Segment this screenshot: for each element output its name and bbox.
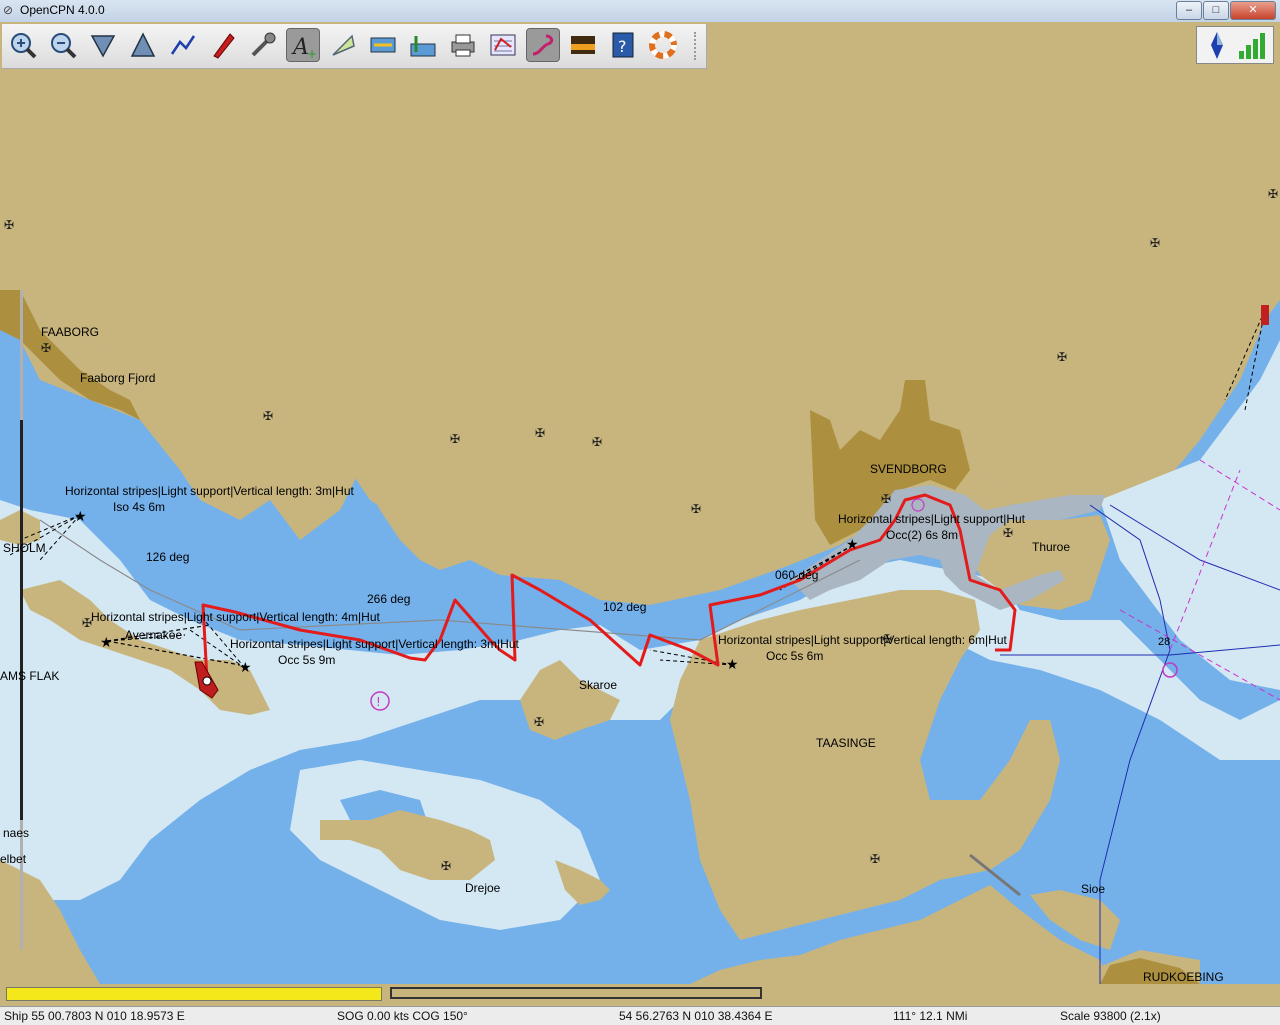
svg-text:✠: ✠ — [263, 409, 273, 423]
svg-text:✠: ✠ — [870, 852, 880, 866]
status-scale: Scale 93800 (2.1x) — [1060, 1009, 1161, 1023]
light-2-description: Horizontal stripes|Light support|Vertica… — [91, 610, 380, 624]
light-1-characteristic: Iso 4s 6m — [113, 500, 166, 514]
light-5-characteristic: Occ 5s 6m — [766, 649, 824, 663]
tides-button[interactable] — [406, 28, 440, 62]
text-toggle-button[interactable]: A + — [286, 28, 320, 62]
title-bar: ⊘ OpenCPN 4.0.0 – □ ✕ — [0, 0, 1280, 23]
svg-text:★: ★ — [74, 509, 87, 525]
svg-text:+: + — [307, 47, 317, 60]
main-toolbar: A + ? — [2, 24, 707, 69]
color-scheme-button[interactable] — [566, 28, 600, 62]
label-sholm: SHOLM — [3, 541, 46, 555]
svg-text:★: ★ — [846, 537, 859, 553]
bearing-060: 060 deg — [775, 568, 819, 582]
scale-in-button[interactable] — [86, 28, 120, 62]
svg-text:✠: ✠ — [450, 432, 460, 446]
label-taasinge: TAASINGE — [816, 736, 876, 750]
bearing-126: 126 deg — [146, 550, 190, 564]
svg-text:✠: ✠ — [1150, 236, 1160, 250]
opencpn-app-icon: ⊘ — [3, 3, 14, 17]
bearing-102: 102 deg — [603, 600, 647, 614]
maximize-button[interactable]: □ — [1203, 1, 1229, 20]
label-faaborg-fjord: Faaborg Fjord — [80, 371, 156, 385]
zoom-out-button[interactable] — [46, 28, 80, 62]
svg-text:✠: ✠ — [534, 715, 544, 729]
svg-text:✠: ✠ — [41, 341, 51, 355]
status-ship-position: Ship 55 00.7803 N 010 18.9573 E — [4, 1009, 185, 1023]
svg-text:★: ★ — [100, 635, 113, 651]
compass-widget[interactable] — [1196, 26, 1274, 64]
scale-out-button[interactable] — [126, 28, 160, 62]
label-skaroe: Skaroe — [579, 678, 618, 692]
status-bearing-distance: 111° 12.1 NMi — [893, 1009, 968, 1023]
light-3-description: Horizontal stripes|Light support|Vertica… — [230, 637, 519, 651]
status-cursor-position: 54 56.2763 N 010 38.4364 E — [619, 1009, 773, 1023]
ais-button[interactable] — [326, 28, 360, 62]
svg-text:?: ? — [618, 37, 627, 56]
zoom-in-button[interactable] — [6, 28, 40, 62]
window-title: OpenCPN 4.0.0 — [20, 3, 105, 17]
label-sioe: Sioe — [1081, 882, 1106, 896]
svg-text:★: ★ — [726, 657, 739, 673]
route-manager-button[interactable] — [486, 28, 520, 62]
label-elbet: elbet — [0, 852, 27, 866]
label-drejoe: Drejoe — [465, 881, 501, 895]
light-1-description: Horizontal stripes|Light support|Vertica… — [65, 484, 354, 498]
light-4-characteristic: Occ(2) 6s 8m — [886, 528, 959, 542]
svg-text:✠: ✠ — [441, 859, 451, 873]
gps-signal-icon — [1239, 33, 1265, 59]
svg-text:✠: ✠ — [1268, 187, 1278, 201]
track-button[interactable] — [526, 28, 560, 62]
svg-text:✠: ✠ — [691, 502, 701, 516]
status-sog-cog: SOG 0.00 kts COG 150° — [337, 1009, 468, 1023]
toolbar-grip[interactable] — [694, 32, 700, 60]
svg-text:✠: ✠ — [881, 492, 891, 506]
close-button[interactable]: ✕ — [1230, 1, 1276, 20]
route-button[interactable] — [166, 28, 200, 62]
print-button[interactable] — [446, 28, 480, 62]
svg-text:!: ! — [376, 695, 381, 709]
svg-text:★: ★ — [239, 660, 252, 676]
status-bar: Ship 55 00.7803 N 010 18.9573 E SOG 0.00… — [0, 1006, 1280, 1025]
bearing-266: 266 deg — [367, 592, 411, 606]
nautical-chart[interactable]: ★ ★ ★ ★ ★ ✠ ✠ ✠ ✠ ✠ ✠ ✠ ✠ ✠ ✠ ✠ ✠ ✠ ✠ ✠ ✠ ✠ ! FAABORG … — [0, 22, 1280, 984]
light-5-description: Horizontal stripes|Light support|Vertica… — [718, 633, 1007, 647]
chart-quilt-piece-2[interactable] — [390, 987, 762, 999]
auto-follow-button[interactable] — [206, 28, 240, 62]
mob-button[interactable] — [646, 28, 680, 62]
label-avernakoe: Avernakoe — [125, 628, 183, 642]
label-naes: naes — [3, 826, 30, 840]
svg-text:✠: ✠ — [1003, 526, 1013, 540]
label-thuroe: Thuroe — [1032, 540, 1071, 554]
light-4-description: Horizontal stripes|Light support|Hut — [838, 512, 1025, 526]
label-rudkoebing: RUDKOEBING — [1143, 970, 1224, 984]
svg-text:✠: ✠ — [592, 435, 602, 449]
svg-text:✠: ✠ — [4, 218, 14, 232]
light-3-characteristic: Occ 5s 9m — [278, 653, 336, 667]
label-svendborg: SVENDBORG — [870, 462, 947, 476]
label-ams-flak: AMS FLAK — [0, 669, 60, 683]
svg-text:✠: ✠ — [535, 426, 545, 440]
chart-quilt-piece-1[interactable] — [6, 987, 382, 1001]
minimize-button[interactable]: – — [1176, 1, 1202, 20]
help-button[interactable]: ? — [606, 28, 640, 62]
depth-28: 28 — [1158, 636, 1171, 648]
currents-button[interactable] — [366, 28, 400, 62]
svg-text:✠: ✠ — [1057, 350, 1067, 364]
settings-button[interactable] — [246, 28, 280, 62]
label-faaborg: FAABORG — [41, 325, 100, 339]
